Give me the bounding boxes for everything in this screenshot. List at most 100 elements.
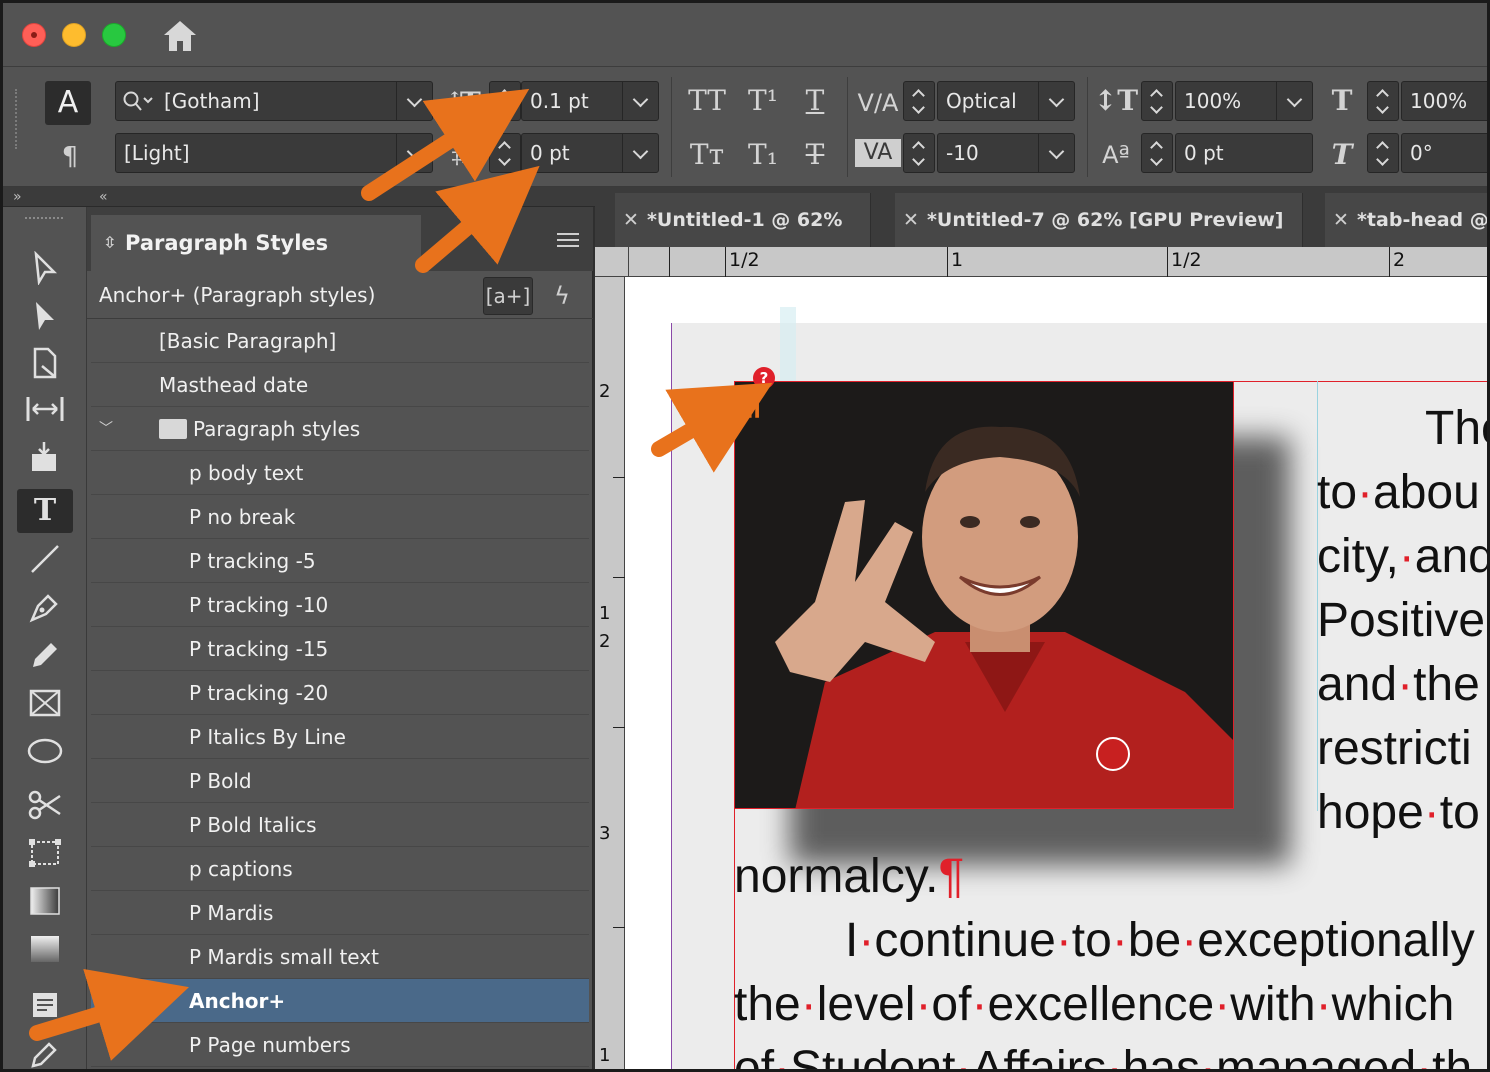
- kerning-stepper[interactable]: [903, 81, 935, 121]
- close-window-button[interactable]: [22, 23, 46, 47]
- rectangle-frame-tool-icon[interactable]: [17, 681, 73, 725]
- skew-field[interactable]: 0°: [1401, 133, 1487, 173]
- style-list-item[interactable]: P Page numbers: [91, 1023, 589, 1067]
- skew-stepper[interactable]: [1367, 133, 1399, 173]
- style-list-item[interactable]: P tracking -10: [91, 583, 589, 627]
- paragraph-styles-tab[interactable]: ⇳ Paragraph Styles: [91, 215, 421, 271]
- strikethrough-button[interactable]: T: [793, 137, 837, 173]
- pencil-tool-icon[interactable]: [17, 633, 73, 677]
- horizontal-ruler[interactable]: 1/2 1 1/2 2: [629, 247, 1487, 277]
- style-list-item[interactable]: P Bold Italics: [91, 803, 589, 847]
- all-caps-button[interactable]: TT: [683, 83, 731, 119]
- superscript-button[interactable]: T¹: [739, 83, 787, 119]
- font-size-stepper[interactable]: [489, 81, 521, 121]
- eyedropper-tool-icon[interactable]: [17, 1031, 73, 1069]
- style-list-item[interactable]: P Mardis: [91, 891, 589, 935]
- doc-tab-tab-head[interactable]: ✕ *tab-head @: [1325, 193, 1487, 247]
- style-list-item[interactable]: P no break: [91, 495, 589, 539]
- new-style-button[interactable]: [a+]: [483, 277, 533, 315]
- chevron-down-icon[interactable]: ﹀: [99, 407, 113, 451]
- panel-menu-icon[interactable]: [557, 233, 579, 247]
- gradient-feather-tool-icon[interactable]: [17, 927, 73, 971]
- small-caps-button[interactable]: Tт: [683, 137, 731, 173]
- vertical-scale-dropdown[interactable]: [1276, 82, 1312, 120]
- selection-tool-icon[interactable]: [17, 245, 73, 289]
- character-formatting-mode-button[interactable]: A: [45, 81, 91, 125]
- kerning-field[interactable]: Optical: [937, 81, 1075, 121]
- font-style-field[interactable]: [Light]: [115, 133, 433, 173]
- font-family-field[interactable]: [Gotham]: [115, 81, 433, 121]
- tools-grip[interactable]: [25, 217, 63, 223]
- direct-selection-tool-icon[interactable]: [17, 293, 73, 337]
- kerning-dropdown[interactable]: [1038, 82, 1074, 120]
- ellipse-tool-icon[interactable]: [17, 729, 73, 773]
- type-tool-icon[interactable]: T: [17, 489, 73, 533]
- style-list-item[interactable]: Masthead date: [91, 363, 589, 407]
- body-text-line[interactable]: and·the: [1317, 653, 1480, 717]
- leading-field[interactable]: 0 pt: [521, 133, 659, 173]
- doc-tab-untitled-1[interactable]: ✕ *Untitled-1 @ 62%: [615, 193, 871, 247]
- close-tab-icon[interactable]: ✕: [895, 193, 927, 247]
- underline-button[interactable]: T: [793, 83, 837, 119]
- body-text-line[interactable]: hope·to: [1317, 781, 1480, 845]
- font-size-dropdown[interactable]: [622, 82, 658, 120]
- style-list-item[interactable]: Anchor+: [91, 979, 589, 1023]
- page-tool-icon[interactable]: [17, 341, 73, 385]
- pen-tool-icon[interactable]: [17, 585, 73, 629]
- content-collector-tool-icon[interactable]: [17, 435, 73, 479]
- gap-tool-icon[interactable]: [17, 387, 73, 431]
- gradient-swatch-tool-icon[interactable]: [17, 879, 73, 923]
- leading-stepper[interactable]: [489, 133, 521, 173]
- baseline-shift-field[interactable]: 0 pt: [1175, 133, 1313, 173]
- horizontal-scale-stepper[interactable]: [1367, 81, 1399, 121]
- body-text-line[interactable]: city,·and: [1317, 525, 1487, 589]
- doc-tab-untitled-7[interactable]: ✕ *Untitled-7 @ 62% [GPU Preview]: [895, 193, 1303, 247]
- tracking-dropdown[interactable]: [1038, 134, 1074, 172]
- style-list-item[interactable]: P Italics By Line: [91, 715, 589, 759]
- style-list-item[interactable]: P Bold: [91, 759, 589, 803]
- font-family-dropdown[interactable]: [396, 82, 432, 120]
- quick-apply-icon[interactable]: ϟ: [547, 277, 577, 315]
- style-list-item[interactable]: [Basic Paragraph]: [91, 319, 589, 363]
- home-icon[interactable]: [160, 17, 200, 53]
- collapse-panel-button[interactable]: «: [99, 187, 108, 207]
- note-tool-icon[interactable]: [17, 983, 73, 1027]
- body-text-line[interactable]: The: [1425, 397, 1487, 461]
- font-size-field[interactable]: 0.1 pt: [521, 81, 659, 121]
- minimize-window-button[interactable]: [62, 23, 86, 47]
- horizontal-scale-field[interactable]: 100%: [1401, 81, 1487, 121]
- close-tab-icon[interactable]: ✕: [1325, 193, 1357, 247]
- free-transform-tool-icon[interactable]: [17, 831, 73, 875]
- leading-dropdown[interactable]: [622, 134, 658, 172]
- vertical-scale-field[interactable]: 100%: [1175, 81, 1313, 121]
- tracking-field[interactable]: -10: [937, 133, 1075, 173]
- body-text-line[interactable]: Positive: [1317, 589, 1485, 653]
- paragraph-formatting-mode-button[interactable]: ¶: [55, 137, 85, 177]
- panel-grip[interactable]: [15, 89, 19, 149]
- close-tab-icon[interactable]: ✕: [615, 193, 647, 247]
- body-text-line[interactable]: of·Student·Affairs·has·managed·th: [734, 1037, 1472, 1069]
- style-list-item[interactable]: P tracking -5: [91, 539, 589, 583]
- line-tool-icon[interactable]: [17, 537, 73, 581]
- overset-warning-icon[interactable]: ?: [753, 367, 775, 389]
- style-list-item[interactable]: p body text: [91, 451, 589, 495]
- ruler-origin[interactable]: [595, 247, 629, 277]
- body-text-line[interactable]: I·continue·to·be·exceptionally: [845, 909, 1475, 973]
- expand-toolbar-button[interactable]: »: [13, 187, 22, 207]
- baseline-shift-stepper[interactable]: [1141, 133, 1173, 173]
- vertical-ruler[interactable]: 2 1 2 3 1: [595, 277, 625, 1069]
- zoom-window-button[interactable]: [102, 23, 126, 47]
- subscript-button[interactable]: T₁: [739, 137, 787, 173]
- style-list-item[interactable]: P tracking -20: [91, 671, 589, 715]
- collapse-toggle-icon[interactable]: ⇳: [103, 215, 116, 271]
- body-text-line[interactable]: restricti: [1317, 717, 1472, 781]
- body-text-line[interactable]: normalcy.¶: [734, 845, 964, 909]
- vertical-scale-stepper[interactable]: [1141, 81, 1173, 121]
- style-list-item[interactable]: P Mardis small text: [91, 935, 589, 979]
- pasteboard[interactable]: ¶ ? The to·abou city,·and Positive and·t…: [625, 277, 1487, 1069]
- style-list-item[interactable]: P tracking -15: [91, 627, 589, 671]
- style-group-folder[interactable]: ﹀ Paragraph styles: [91, 407, 589, 451]
- tracking-stepper[interactable]: [903, 133, 935, 173]
- scissors-tool-icon[interactable]: [17, 783, 73, 827]
- body-text-line[interactable]: to·abou: [1317, 461, 1480, 525]
